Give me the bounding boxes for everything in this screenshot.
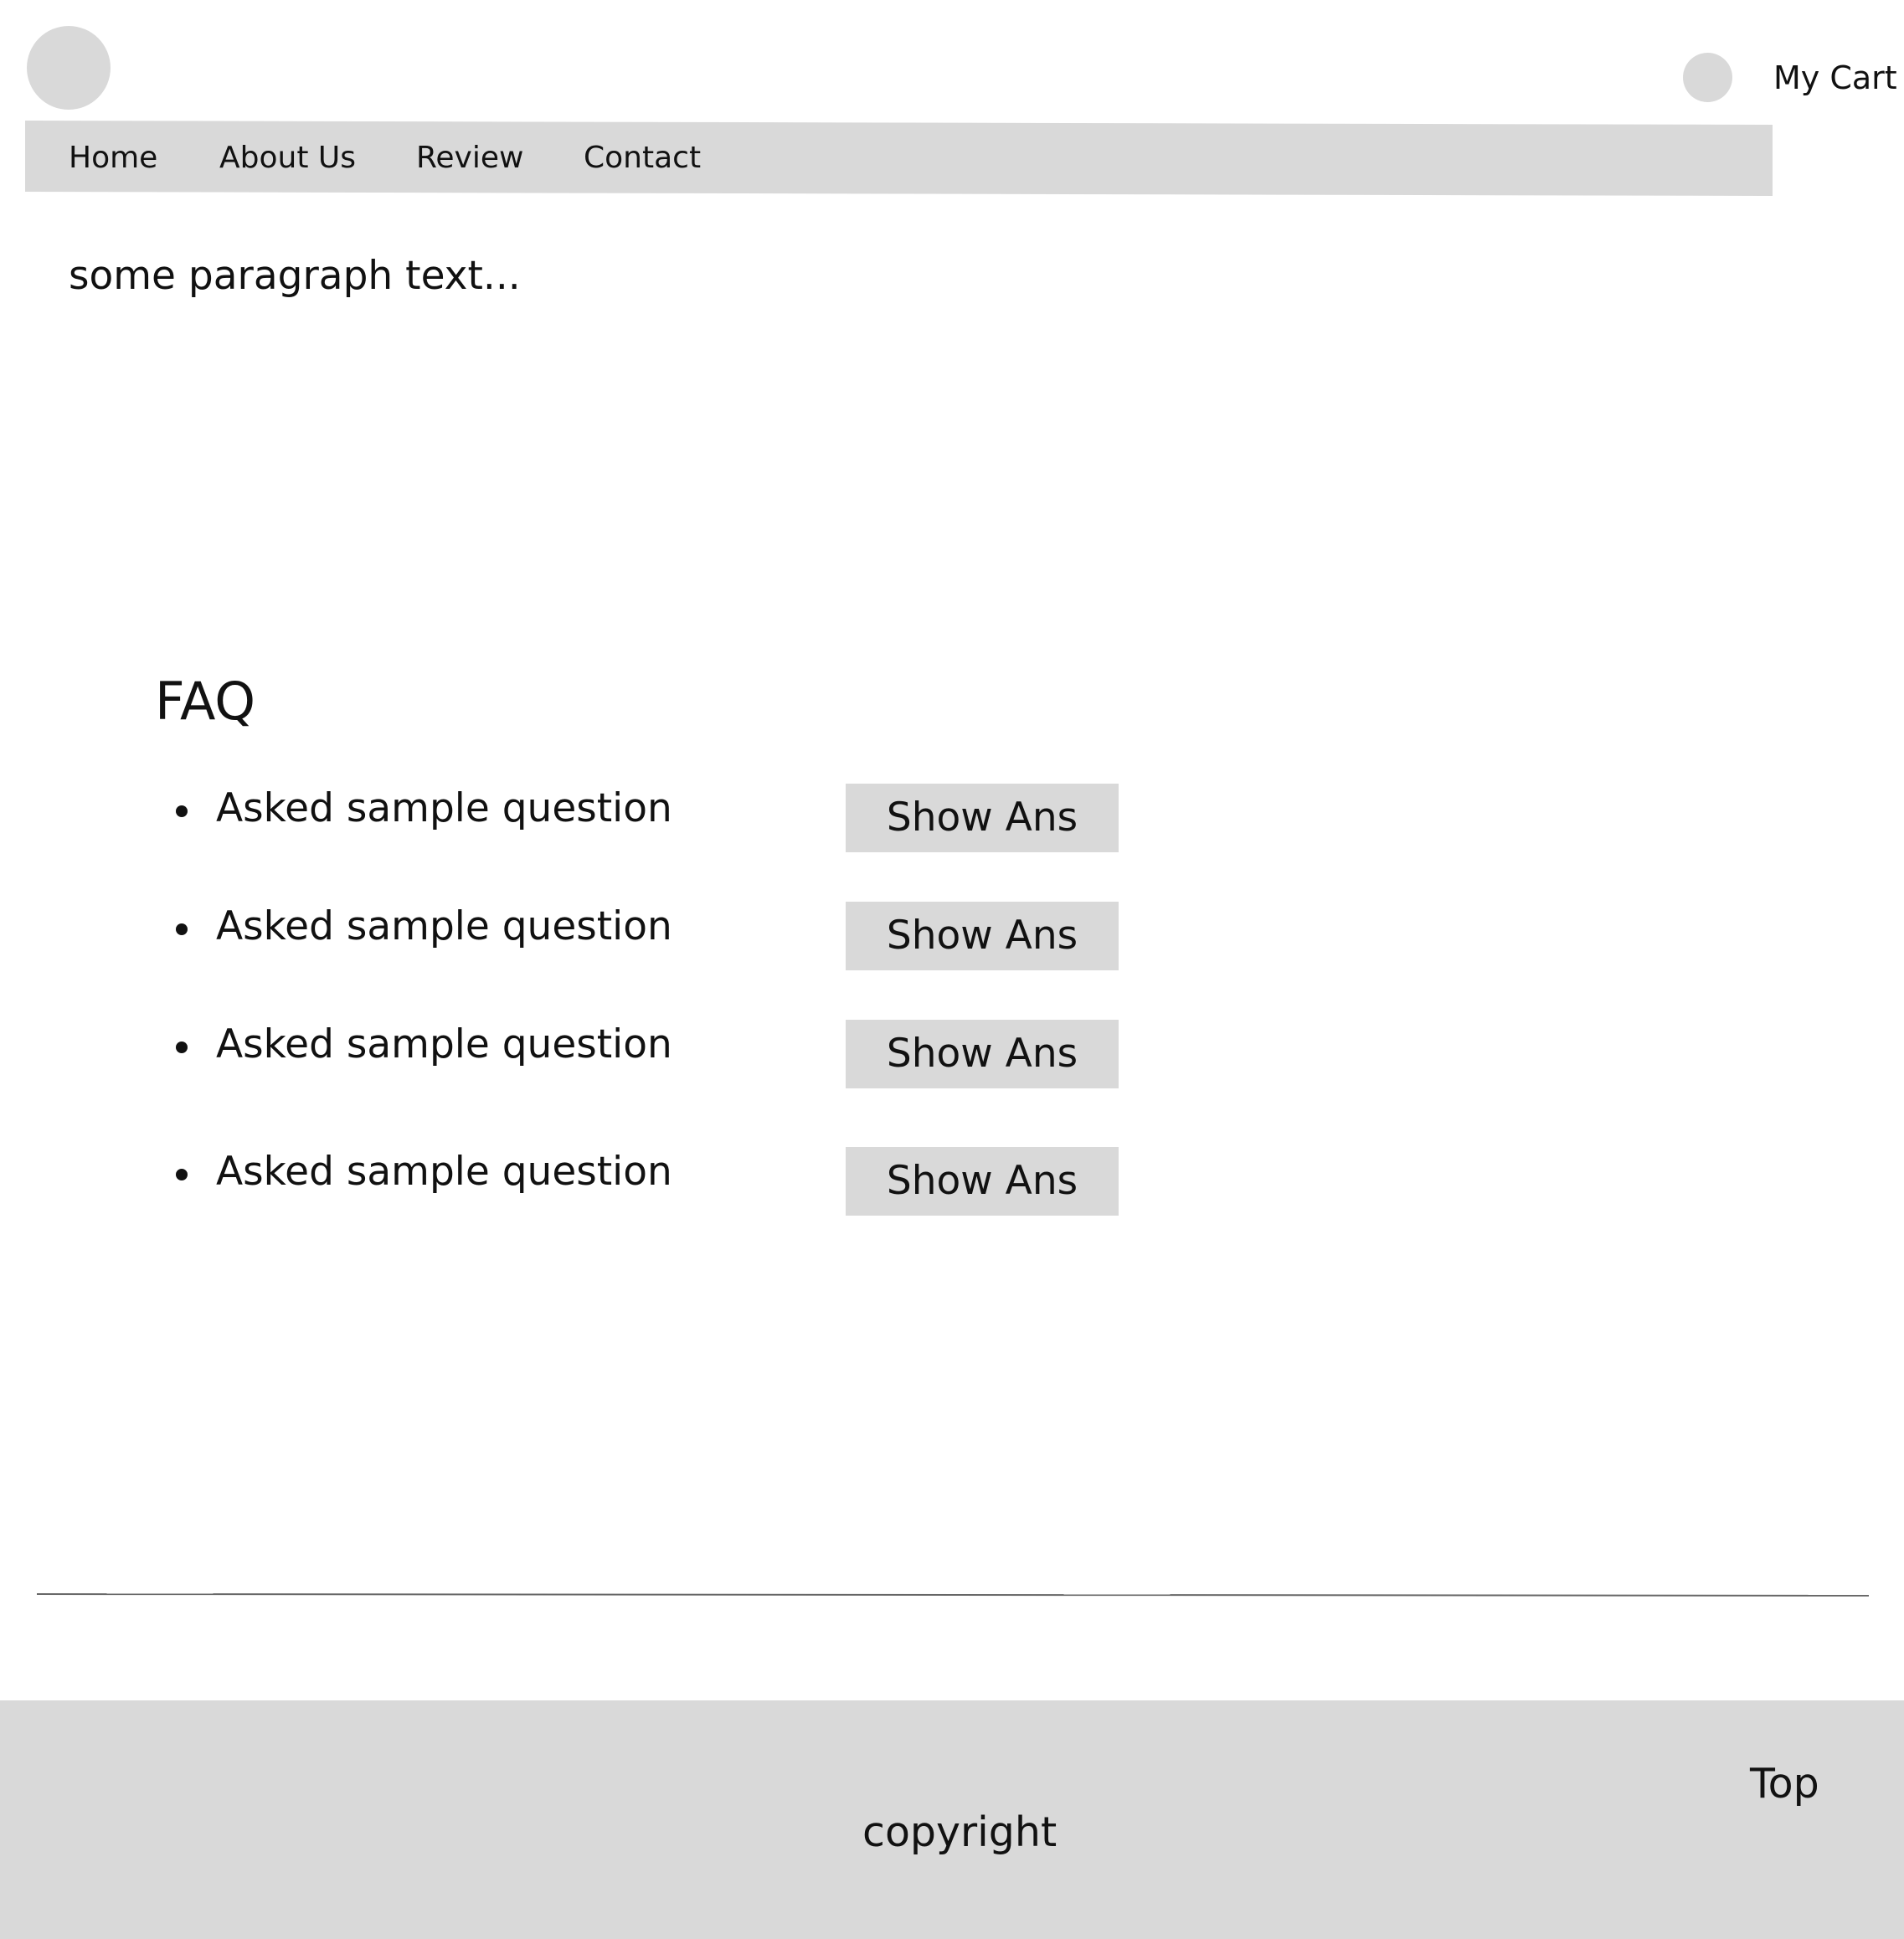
- nav-item-home[interactable]: Home: [69, 137, 157, 179]
- faq-question: Asked sample question: [216, 903, 672, 949]
- intro-paragraph: some paragraph text...: [69, 253, 521, 299]
- nav-item-about-us[interactable]: About Us: [219, 137, 356, 179]
- divider: [36, 1593, 1870, 1597]
- bullet-icon: [176, 923, 188, 935]
- faq-question: Asked sample question: [216, 1021, 672, 1067]
- logo[interactable]: [27, 26, 111, 110]
- faq-question: Asked sample question: [216, 1149, 672, 1195]
- show-answer-button[interactable]: Show Ans: [846, 1020, 1119, 1088]
- copyright-text: copyright: [862, 1808, 1057, 1856]
- faq-item: Asked sample question Show Ans: [176, 774, 1139, 852]
- bullet-icon: [176, 1169, 188, 1180]
- faq-item: Asked sample question Show Ans: [176, 892, 1139, 970]
- nav-item-review[interactable]: Review: [416, 137, 523, 179]
- faq-title: FAQ: [155, 671, 256, 732]
- faq-item: Asked sample question Show Ans: [176, 1137, 1139, 1216]
- nav-item-contact[interactable]: Contact: [584, 137, 701, 179]
- show-answer-button[interactable]: Show Ans: [846, 1147, 1119, 1216]
- show-answer-button[interactable]: Show Ans: [846, 902, 1119, 970]
- faq-item: Asked sample question Show Ans: [176, 1010, 1139, 1088]
- bullet-icon: [176, 805, 188, 817]
- cart-icon[interactable]: [1683, 53, 1732, 102]
- faq-question: Asked sample question: [216, 785, 672, 831]
- back-to-top-link[interactable]: Top: [1750, 1756, 1819, 1812]
- bullet-icon: [176, 1042, 188, 1053]
- my-cart-link[interactable]: My Cart: [1773, 57, 1897, 99]
- show-answer-button[interactable]: Show Ans: [846, 784, 1119, 852]
